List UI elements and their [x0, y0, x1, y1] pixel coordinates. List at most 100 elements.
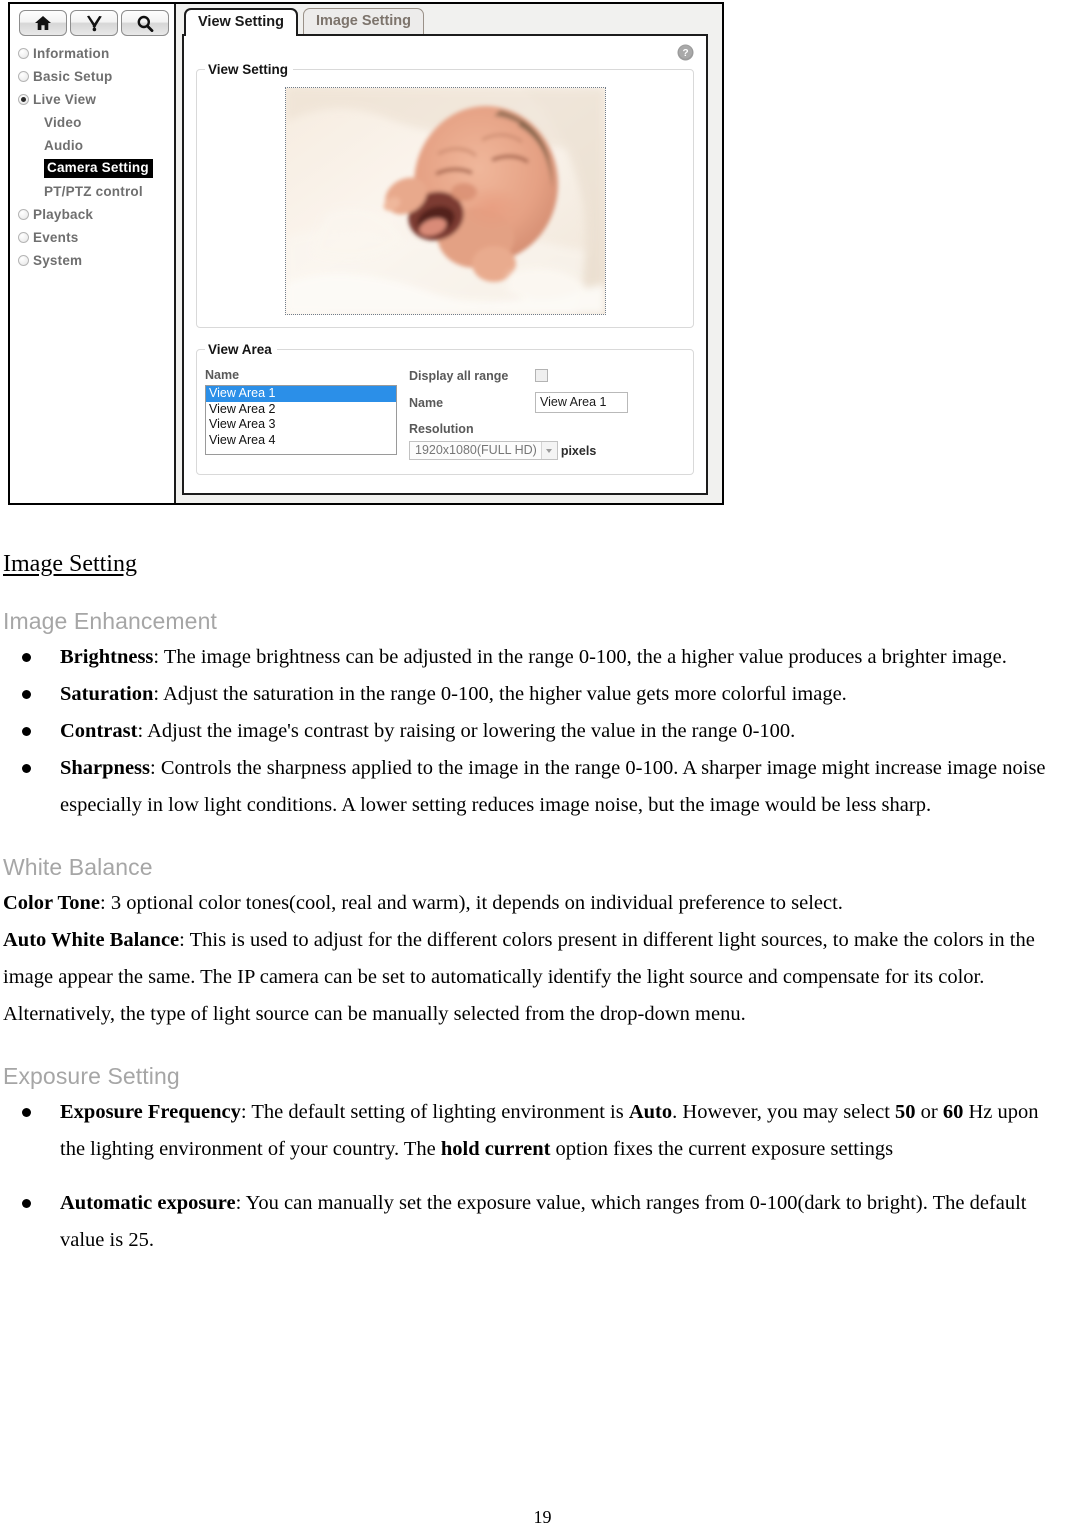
view-area-listbox[interactable]: View Area 1 View Area 2 View Area 3 View…	[205, 385, 397, 455]
exposure-setting-list: Exposure Frequency: The default setting …	[3, 1094, 1063, 1259]
search-button[interactable]	[121, 10, 169, 36]
term-sharpness-text: : Controls the sharpness applied to the …	[60, 757, 1046, 816]
page-number: 19	[533, 1507, 552, 1527]
tools-icon	[85, 15, 104, 32]
list-item: Contrast: Adjust the image's contrast by…	[3, 713, 1063, 750]
camera-web-ui-screenshot: Information Basic Setup Live View Video …	[8, 2, 724, 505]
help-icon[interactable]: ?	[677, 44, 694, 61]
heading-white-balance: White Balance	[3, 854, 153, 880]
sidebar-item-playback[interactable]: Playback	[18, 203, 174, 226]
tab-label: Image Setting	[315, 13, 412, 29]
exposure-frequency-bold-60: 60	[942, 1101, 964, 1123]
page-title: Image Setting	[3, 551, 137, 577]
name-label: Name	[409, 395, 444, 410]
radio-indicator-information	[18, 48, 29, 59]
content-area: View Setting Image Setting ? View Settin…	[176, 4, 722, 503]
exposure-frequency-part3: or	[915, 1101, 943, 1123]
sidebar-item-audio[interactable]: Audio	[18, 134, 174, 157]
image-enhancement-list: Brightness: The image brightness can be …	[3, 639, 1063, 824]
list-item: Exposure Frequency: The default setting …	[3, 1094, 1063, 1168]
chevron-down-icon[interactable]	[540, 442, 557, 459]
radio-indicator-system	[18, 255, 29, 266]
term-saturation: Saturation	[60, 683, 154, 705]
sidebar-subitem-label: Audio	[44, 138, 84, 153]
term-brightness: Brightness	[60, 646, 154, 668]
list-item: Sharpness: Controls the sharpness applie…	[3, 750, 1063, 824]
resolution-label: Resolution	[409, 422, 474, 436]
tools-button[interactable]	[70, 10, 118, 36]
sidebar-item-label: Playback	[33, 207, 94, 222]
sidebar-item-label: System	[33, 253, 83, 268]
paragraph-auto-white-balance: Auto White Balance: This is used to adju…	[3, 922, 1063, 1033]
list-item: Automatic exposure: You can manually set…	[3, 1185, 1063, 1259]
term-color-tone: Color Tone	[3, 892, 101, 914]
paragraph-color-tone: Color Tone: 3 optional color tones(cool,…	[3, 885, 1063, 922]
camera-preview-image[interactable]	[284, 87, 606, 315]
term-brightness-text: : The image brightness can be adjusted i…	[153, 646, 1007, 668]
sidebar: Information Basic Setup Live View Video …	[10, 4, 176, 503]
sidebar-item-events[interactable]: Events	[18, 226, 174, 249]
sidebar-item-information[interactable]: Information	[18, 42, 174, 65]
exposure-frequency-bold-50: 50	[895, 1101, 916, 1123]
sidebar-subitem-label: Camera Setting	[44, 159, 153, 178]
sidebar-menu: Information Basic Setup Live View Video …	[10, 42, 174, 272]
term-automatic-exposure: Automatic exposure	[60, 1192, 236, 1214]
search-icon	[136, 15, 154, 32]
exposure-frequency-part1: : The default setting of lighting enviro…	[240, 1101, 629, 1123]
display-all-range-label: Display all range	[409, 368, 509, 383]
sidebar-item-live-view[interactable]: Live View	[18, 88, 174, 111]
term-sharpness: Sharpness	[60, 757, 151, 779]
sidebar-item-basic-setup[interactable]: Basic Setup	[18, 65, 174, 88]
sidebar-item-camera-setting[interactable]: Camera Setting	[18, 157, 174, 180]
list-item[interactable]: View Area 4	[206, 433, 396, 449]
svg-text:?: ?	[682, 48, 688, 59]
sidebar-item-video[interactable]: Video	[18, 111, 174, 134]
name-list-label: Name	[205, 368, 240, 382]
radio-indicator-basic-setup	[18, 71, 29, 82]
display-all-range-checkbox[interactable]	[535, 369, 548, 382]
exposure-frequency-bold-auto: Auto	[628, 1101, 673, 1123]
list-item[interactable]: View Area 2	[206, 402, 396, 418]
view-area-group: View Area Name View Area 1 View Area 2 V…	[196, 342, 694, 475]
display-all-range-row: Display all range	[409, 365, 685, 386]
list-item: Brightness: The image brightness can be …	[3, 639, 1063, 676]
sidebar-item-label: Events	[33, 230, 79, 245]
tab-bar: View Setting Image Setting	[176, 4, 722, 36]
sidebar-item-label: Live View	[33, 92, 97, 107]
tab-label: View Setting	[198, 14, 284, 30]
sidebar-item-system[interactable]: System	[18, 249, 174, 272]
sidebar-item-label: Information	[33, 46, 110, 61]
tab-view-setting[interactable]: View Setting	[184, 8, 298, 36]
exposure-frequency-bold-hold-current: hold current	[440, 1138, 551, 1160]
manual-page-body: Image Setting Image Enhancement Brightne…	[0, 505, 1085, 1276]
sidebar-item-pt-ptz-control[interactable]: PT/PTZ control	[18, 180, 174, 203]
home-icon	[34, 15, 52, 31]
tab-image-setting[interactable]: Image Setting	[302, 8, 425, 35]
view-setting-group: View Setting	[196, 62, 694, 328]
radio-indicator-events	[18, 232, 29, 243]
heading-exposure-setting: Exposure Setting	[3, 1063, 180, 1089]
sidebar-subitem-label: PT/PTZ control	[44, 184, 143, 199]
list-item[interactable]: View Area 3	[206, 417, 396, 433]
resolution-select[interactable]: 1920x1080(FULL HD)	[409, 441, 558, 460]
resolution-units: pixels	[560, 443, 597, 458]
resolution-value: 1920x1080(FULL HD)	[415, 443, 537, 457]
home-button[interactable]	[19, 10, 67, 36]
list-item: Saturation: Adjust the saturation in the…	[3, 676, 1063, 713]
term-contrast: Contrast	[60, 720, 138, 742]
exposure-frequency-part2: . However, you may select	[672, 1101, 896, 1123]
name-row: Name View Area 1	[409, 392, 685, 413]
exposure-frequency-part5: option fixes the current exposure settin…	[550, 1138, 894, 1160]
list-item[interactable]: View Area 1	[206, 386, 396, 402]
settings-panel: ? View Setting View Area Name View Area …	[182, 34, 708, 495]
radio-indicator-playback	[18, 209, 29, 220]
view-setting-legend: View Setting	[208, 62, 289, 77]
term-color-tone-text: : 3 optional color tones(cool, real and …	[100, 892, 843, 914]
term-saturation-text: : Adjust the saturation in the range 0-1…	[153, 683, 847, 705]
term-contrast-text: : Adjust the image's contrast by raising…	[137, 720, 796, 742]
sidebar-toolbar	[10, 10, 174, 42]
name-input[interactable]: View Area 1	[535, 392, 628, 413]
heading-image-enhancement: Image Enhancement	[3, 608, 217, 634]
radio-indicator-live-view	[18, 94, 29, 105]
term-exposure-frequency: Exposure Frequency	[60, 1101, 241, 1123]
